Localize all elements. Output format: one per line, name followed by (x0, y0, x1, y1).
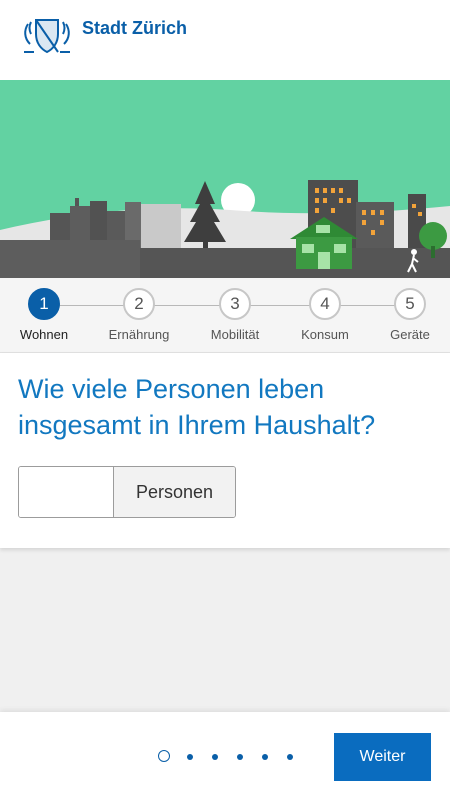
step-number: 1 (28, 288, 60, 320)
city-skyline-illustration (0, 80, 450, 278)
step-label: Mobilität (210, 327, 260, 342)
page-dot (287, 754, 293, 760)
step-number: 2 (123, 288, 155, 320)
page-dot-current (158, 750, 170, 762)
page-dot (237, 754, 243, 760)
step-ernaehrung[interactable]: 2 Ernährung (94, 288, 184, 342)
step-number: 5 (394, 288, 426, 320)
question-card: Wie viele Personen leben insgesamt in Ih… (0, 353, 450, 548)
step-mobilitaet[interactable]: 3 Mobilität (190, 288, 280, 342)
step-number: 4 (309, 288, 341, 320)
next-button[interactable]: Weiter (334, 733, 431, 781)
persons-unit-label: Personen (113, 467, 235, 517)
step-number: 3 (219, 288, 251, 320)
footer-bar: Weiter (0, 712, 450, 800)
step-label: Konsum (301, 327, 349, 342)
brand-name[interactable]: Stadt Zürich (82, 18, 187, 39)
zurich-crest-logo (24, 19, 70, 54)
step-label: Geräte (390, 327, 430, 342)
step-konsum[interactable]: 4 Konsum (280, 288, 370, 342)
app-header: Stadt Zürich (0, 0, 450, 80)
step-label: Wohnen (19, 327, 69, 342)
persons-input[interactable] (19, 467, 113, 517)
question-text: Wie viele Personen leben insgesamt in Ih… (18, 374, 376, 440)
page-dot (212, 754, 218, 760)
page-dot (262, 754, 268, 760)
hero-illustration (0, 80, 450, 278)
persons-input-group: Personen (18, 466, 236, 518)
progress-stepper: 1 Wohnen 2 Ernährung 3 Mobilität 4 Konsu… (0, 278, 450, 353)
step-wohnen[interactable]: 1 Wohnen (0, 288, 89, 342)
page-dot (187, 754, 193, 760)
step-label: Ernährung (108, 327, 170, 342)
step-geraete[interactable]: 5 Geräte (365, 288, 450, 342)
